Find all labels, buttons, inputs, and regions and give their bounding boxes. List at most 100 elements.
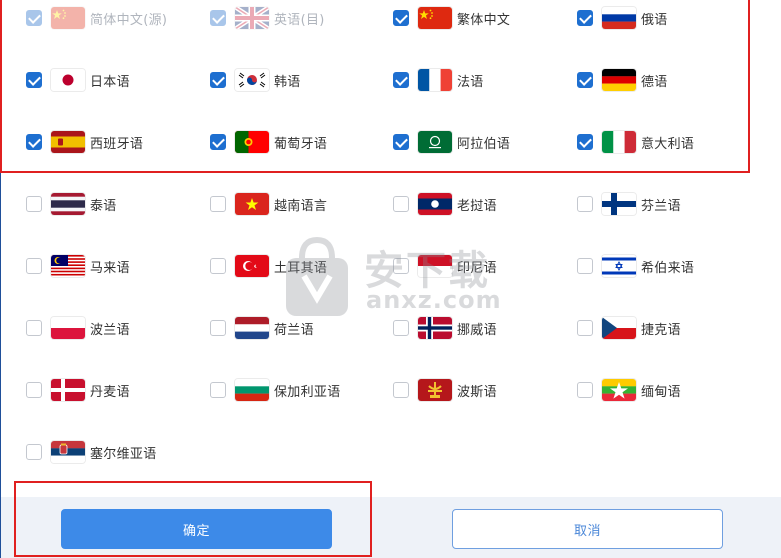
flag-fr-icon (418, 69, 452, 91)
checkbox-checked[interactable] (393, 134, 409, 150)
confirm-button[interactable]: 确定 (61, 509, 332, 549)
language-option[interactable]: 希伯来语 (577, 254, 694, 278)
flag-sa-icon (418, 131, 452, 153)
checkbox-unchecked[interactable] (393, 320, 409, 336)
checkbox-unchecked[interactable] (210, 382, 226, 398)
checkbox-checked[interactable] (393, 72, 409, 88)
language-option[interactable]: 芬兰语 (577, 192, 681, 216)
language-label: 捷克语 (641, 322, 681, 338)
checkbox-checked[interactable] (577, 10, 593, 26)
language-label: 波兰语 (90, 322, 130, 338)
language-label: 越南语言 (274, 198, 328, 214)
language-option[interactable]: 西班牙语 (26, 130, 143, 154)
flag-my-icon (51, 255, 85, 277)
cancel-button[interactable]: 取消 (452, 509, 723, 549)
checkbox-checked[interactable] (577, 72, 593, 88)
checkbox-unchecked[interactable] (210, 196, 226, 212)
checkbox-checked (26, 10, 42, 26)
language-label: 荷兰语 (274, 322, 314, 338)
language-option[interactable]: 马来语 (26, 254, 130, 278)
flag-mm-icon (602, 379, 636, 401)
flag-cz-icon (602, 317, 636, 339)
checkbox-unchecked[interactable] (26, 196, 42, 212)
language-option[interactable]: 老挝语 (393, 192, 497, 216)
checkbox-unchecked[interactable] (393, 196, 409, 212)
checkbox-unchecked[interactable] (26, 258, 42, 274)
language-option[interactable]: 繁体中文 (393, 6, 510, 30)
flag-kr-icon (235, 69, 269, 91)
language-label: 英语(目) (274, 12, 325, 28)
language-label: 简体中文(源) (90, 12, 168, 28)
language-selection-dialog: 简体中文(源) 英语(目) 繁体中文 俄语日本语 韩语 法语 德语西班牙语 葡萄牙语 阿拉伯语 意… (0, 0, 781, 558)
language-option: 简体中文(源) (26, 6, 167, 30)
language-option[interactable]: 日本语 (26, 68, 130, 92)
checkbox-checked (210, 10, 226, 26)
language-option[interactable]: 俄语 (577, 6, 668, 30)
language-label: 泰语 (90, 198, 117, 214)
language-label: 芬兰语 (641, 198, 681, 214)
language-label: 保加利亚语 (274, 384, 341, 400)
language-label: 阿拉伯语 (457, 136, 511, 152)
language-label: 土耳其语 (274, 260, 328, 276)
language-label: 西班牙语 (90, 136, 144, 152)
checkbox-unchecked[interactable] (577, 320, 593, 336)
language-option[interactable]: 波兰语 (26, 316, 130, 340)
language-option[interactable]: 印尼语 (393, 254, 497, 278)
language-label: 法语 (457, 74, 484, 90)
checkbox-unchecked[interactable] (577, 382, 593, 398)
language-label: 印尼语 (457, 260, 497, 276)
language-option[interactable]: 葡萄牙语 (210, 130, 327, 154)
checkbox-unchecked[interactable] (26, 382, 42, 398)
flag-jp-icon (51, 69, 85, 91)
flag-de-icon (602, 69, 636, 91)
language-label: 波斯语 (457, 384, 497, 400)
checkbox-checked[interactable] (210, 72, 226, 88)
language-option[interactable]: 保加利亚语 (210, 378, 341, 402)
language-option[interactable]: 挪威语 (393, 316, 497, 340)
language-option[interactable]: 泰语 (26, 192, 117, 216)
checkbox-checked[interactable] (393, 10, 409, 26)
checkbox-checked[interactable] (26, 134, 42, 150)
flag-es-icon (51, 131, 85, 153)
flag-it-icon (602, 131, 636, 153)
checkbox-unchecked[interactable] (210, 258, 226, 274)
language-option[interactable]: 意大利语 (577, 130, 694, 154)
language-option[interactable]: 缅甸语 (577, 378, 681, 402)
checkbox-checked[interactable] (26, 72, 42, 88)
language-option[interactable]: 德语 (577, 68, 668, 92)
language-option[interactable]: 丹麦语 (26, 378, 130, 402)
checkbox-unchecked[interactable] (393, 382, 409, 398)
flag-tr-icon (235, 255, 269, 277)
language-option[interactable]: 捷克语 (577, 316, 681, 340)
checkbox-unchecked[interactable] (393, 258, 409, 274)
flag-fi-icon (602, 193, 636, 215)
language-option[interactable]: 荷兰语 (210, 316, 314, 340)
checkbox-unchecked[interactable] (26, 444, 42, 460)
language-label: 葡萄牙语 (274, 136, 328, 152)
flag-cn-icon (418, 7, 452, 29)
language-option[interactable]: 塞尔维亚语 (26, 440, 157, 464)
flag-no-icon (418, 317, 452, 339)
language-label: 老挝语 (457, 198, 497, 214)
language-option[interactable]: 韩语 (210, 68, 301, 92)
language-label: 韩语 (274, 74, 301, 90)
checkbox-unchecked[interactable] (210, 320, 226, 336)
language-label: 缅甸语 (641, 384, 681, 400)
language-label: 挪威语 (457, 322, 497, 338)
flag-uk-icon (235, 7, 269, 29)
checkbox-checked[interactable] (577, 134, 593, 150)
checkbox-unchecked[interactable] (577, 258, 593, 274)
checkbox-checked[interactable] (210, 134, 226, 150)
language-label: 意大利语 (641, 136, 695, 152)
language-label: 丹麦语 (90, 384, 130, 400)
checkbox-unchecked[interactable] (26, 320, 42, 336)
language-option[interactable]: 阿拉伯语 (393, 130, 510, 154)
checkbox-unchecked[interactable] (577, 196, 593, 212)
language-label: 繁体中文 (457, 12, 511, 28)
language-option[interactable]: 越南语言 (210, 192, 327, 216)
flag-id-icon (418, 255, 452, 277)
language-option[interactable]: 波斯语 (393, 378, 497, 402)
flag-la-icon (418, 193, 452, 215)
language-option[interactable]: 土耳其语 (210, 254, 327, 278)
language-option[interactable]: 法语 (393, 68, 484, 92)
